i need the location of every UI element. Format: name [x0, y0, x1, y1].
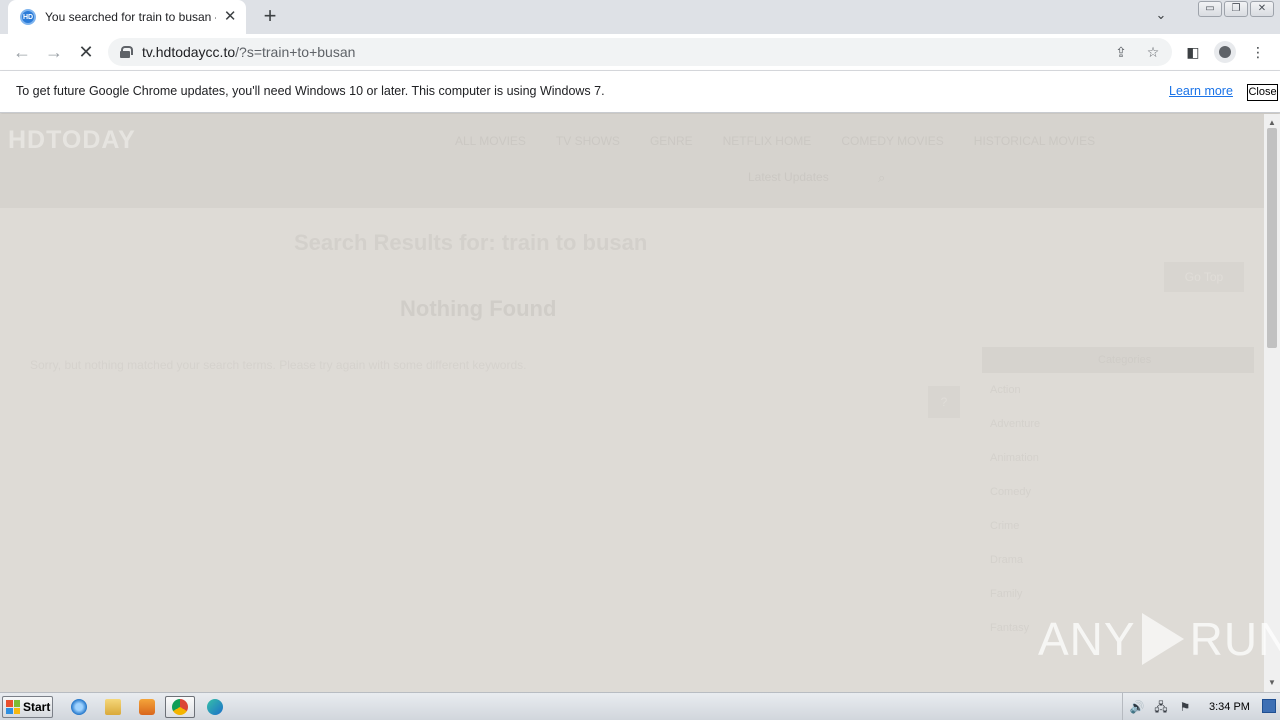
tab-close-icon[interactable]: ✕	[222, 9, 238, 25]
update-infobar: To get future Google Chrome updates, you…	[0, 71, 1280, 113]
address-bar[interactable]: tv.hdtodaycc.to/?s=train+to+busan ⇪ ☆	[108, 38, 1172, 66]
site-favicon-icon: HD	[20, 9, 36, 25]
flag-icon[interactable]: ⚑	[1177, 700, 1193, 714]
windows-logo-icon	[6, 700, 20, 714]
anyrun-watermark: ANY RUN	[1038, 612, 1280, 666]
search-icon[interactable]: ⌕	[878, 170, 885, 186]
file-explorer-icon[interactable]	[98, 696, 128, 718]
play-triangle-icon	[1141, 613, 1184, 665]
profile-avatar-icon[interactable]	[1214, 41, 1236, 63]
sidebar-item[interactable]: Animation	[990, 452, 1040, 486]
nav-item[interactable]: ALL MOVIES	[455, 134, 526, 148]
forward-arrow-icon[interactable]: →	[42, 40, 66, 64]
scroll-thumb[interactable]	[1267, 128, 1277, 348]
search-results-title: Search Results for: train to busan	[294, 230, 648, 255]
sidebar-item[interactable]: Drama	[990, 554, 1040, 588]
windows-taskbar: Start 🔊 🖧 ⚑ 3:34 PM	[0, 692, 1280, 720]
sidebar-item[interactable]: Action	[990, 384, 1040, 418]
url-path: /?s=train+to+busan	[235, 44, 356, 60]
watermark-right-text: RUN	[1189, 613, 1280, 665]
go-top-button[interactable]: Go Top	[1164, 262, 1244, 292]
nothing-found-heading: Nothing Found	[400, 296, 557, 321]
sidebar-item[interactable]: Adventure	[990, 418, 1040, 452]
edge-icon[interactable]	[200, 696, 230, 718]
sidebar-item[interactable]: Family	[990, 588, 1040, 622]
url-text: tv.hdtodaycc.to/?s=train+to+busan	[142, 44, 355, 60]
nav-item[interactable]: HISTORICAL MOVIES	[974, 134, 1095, 148]
restore-button[interactable]: ❐	[1224, 1, 1248, 17]
chrome-menu-icon[interactable]: ⋮	[1248, 42, 1268, 62]
nav-item[interactable]: NETFLIX HOME	[723, 134, 812, 148]
bookmark-star-icon[interactable]: ☆	[1144, 43, 1162, 61]
url-host: tv.hdtodaycc.to	[142, 44, 236, 60]
sidebar-item[interactable]: Fantasy	[990, 622, 1040, 656]
browser-tab[interactable]: HD You searched for train to busan - HDT…	[8, 0, 246, 34]
infobar-close-button[interactable]: Close	[1247, 84, 1278, 101]
nav-item[interactable]: TV SHOWS	[556, 134, 620, 148]
tab-title: You searched for train to busan - HDToda…	[45, 10, 216, 24]
learn-more-link[interactable]: Learn more	[1169, 84, 1233, 98]
tab-search-chevron-icon[interactable]: ⌄	[1152, 7, 1170, 25]
watermark-left-text: ANY	[1038, 613, 1136, 665]
new-tab-button[interactable]: +	[258, 5, 282, 29]
close-window-button[interactable]: ✕	[1250, 1, 1274, 17]
share-icon[interactable]: ⇪	[1112, 43, 1130, 61]
minimize-button[interactable]: ▭	[1198, 1, 1222, 17]
sidebar-category-list: Action Adventure Animation Comedy Crime …	[990, 384, 1040, 656]
tab-strip: HD You searched for train to busan - HDT…	[0, 0, 1280, 34]
start-button[interactable]: Start	[2, 696, 53, 718]
site-header: HDTODAY ALL MOVIES TV SHOWS GENRE NETFLI…	[0, 114, 1264, 208]
no-results-message: Sorry, but nothing matched your search t…	[30, 358, 527, 372]
system-tray: 🔊 🖧 ⚑ 3:34 PM	[1122, 693, 1280, 720]
infobar-message: To get future Google Chrome updates, you…	[16, 84, 605, 98]
web-page: HDTODAY ALL MOVIES TV SHOWS GENRE NETFLI…	[0, 114, 1264, 692]
side-panel-icon[interactable]: ◧	[1183, 42, 1203, 62]
stop-loading-icon[interactable]: ✕	[74, 40, 98, 64]
sidebar-item[interactable]: Crime	[990, 520, 1040, 554]
nav-item[interactable]: GENRE	[650, 134, 693, 148]
show-desktop-button[interactable]	[1262, 699, 1276, 713]
start-label: Start	[23, 700, 51, 714]
taskbar-clock[interactable]: 3:34 PM	[1209, 701, 1250, 713]
chrome-taskbar-icon[interactable]	[165, 696, 195, 718]
network-icon[interactable]: 🖧	[1153, 700, 1169, 714]
nav-item-second-row[interactable]: Latest Updates	[748, 170, 829, 184]
nav-item[interactable]: COMEDY MOVIES	[841, 134, 943, 148]
scroll-down-arrow-icon[interactable]: ▼	[1264, 676, 1280, 690]
window-controls: ▭ ❐ ✕	[1198, 1, 1274, 17]
browser-toolbar: ← → ✕ tv.hdtodaycc.to/?s=train+to+busan …	[0, 34, 1280, 71]
site-nav: ALL MOVIES TV SHOWS GENRE NETFLIX HOME C…	[455, 134, 1095, 148]
back-arrow-icon[interactable]: ←	[10, 40, 34, 64]
lock-icon[interactable]	[120, 46, 133, 58]
speaker-icon[interactable]: 🔊	[1129, 700, 1145, 714]
sidebar-search-bar[interactable]: Categories	[982, 347, 1254, 373]
media-player-icon[interactable]	[132, 696, 162, 718]
page-scrollbar[interactable]: ▲ ▼	[1264, 114, 1280, 692]
site-logo[interactable]: HDTODAY	[8, 126, 136, 155]
sidebar-item[interactable]: Comedy	[990, 486, 1040, 520]
internet-explorer-icon[interactable]	[64, 696, 94, 718]
sidebar-help-button[interactable]: ?	[928, 386, 960, 418]
